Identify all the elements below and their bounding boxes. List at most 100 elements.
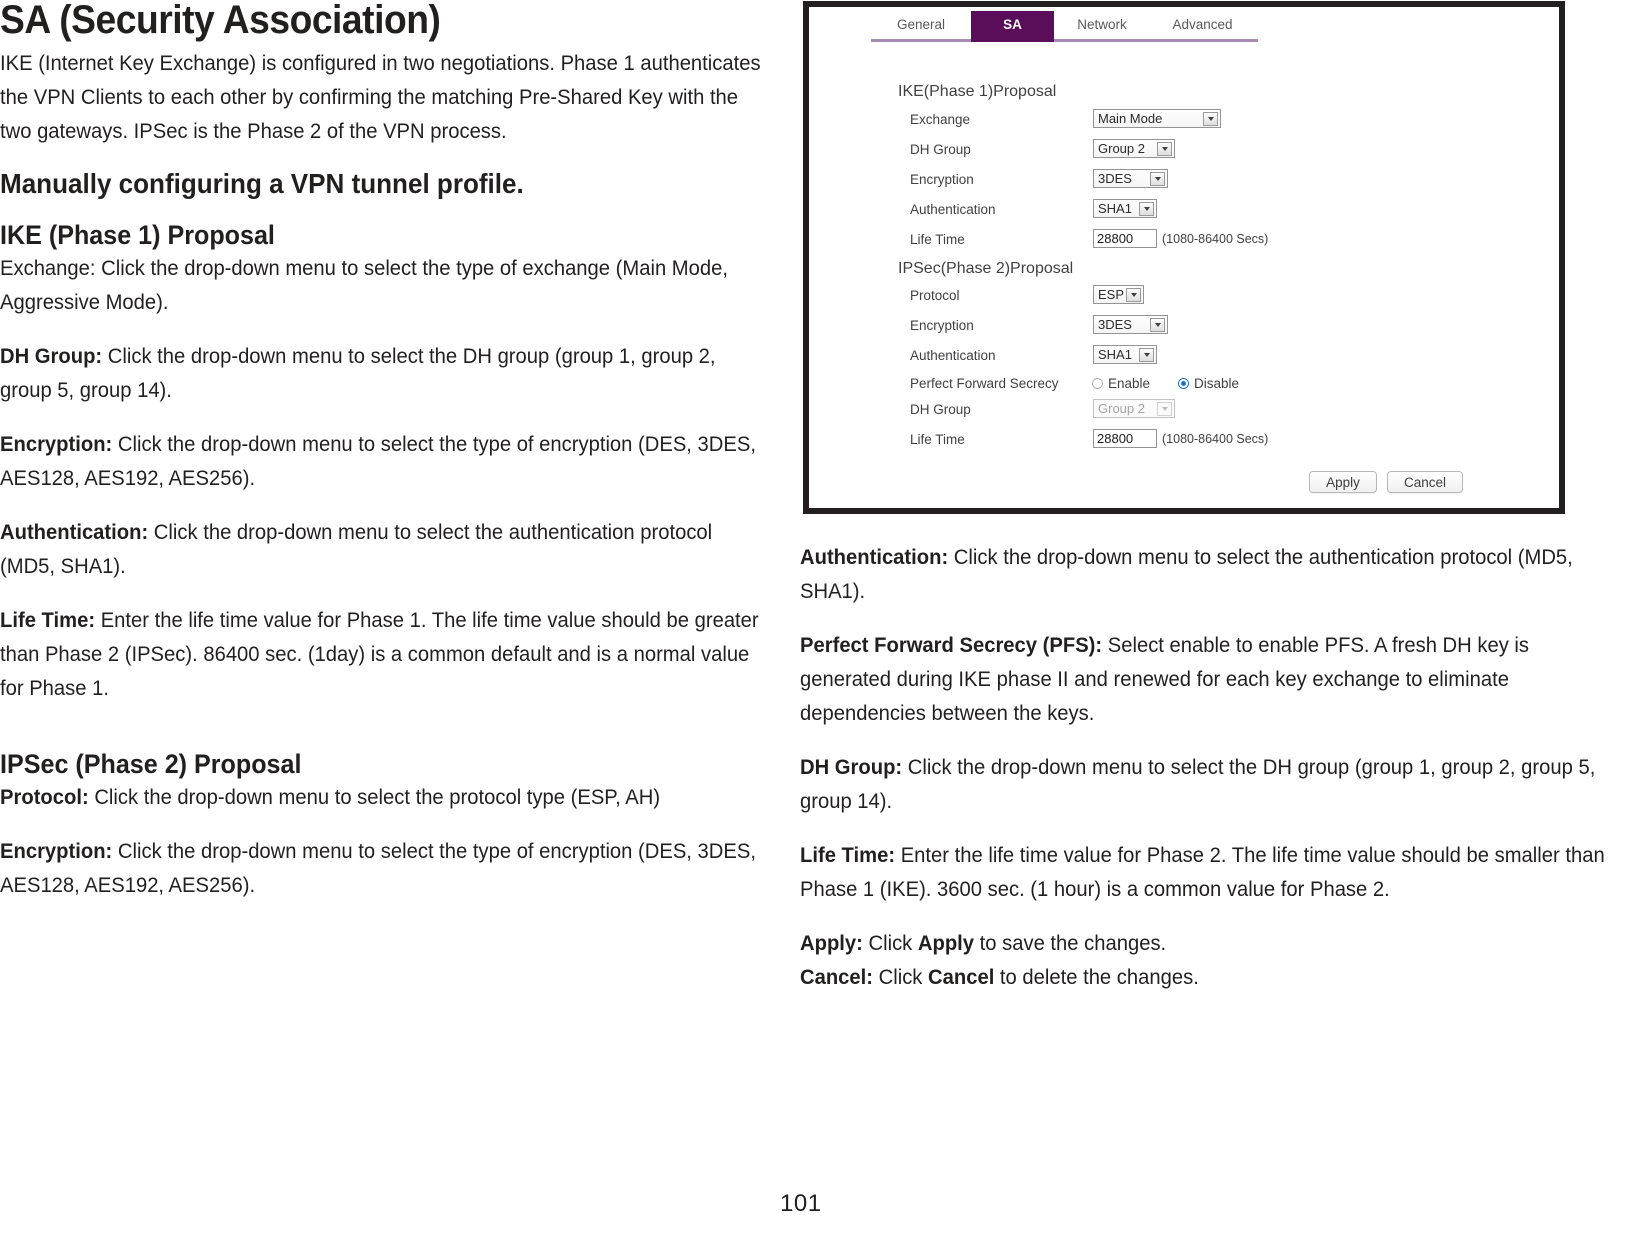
label-phase1-exchange: Exchange [910, 112, 971, 127]
phase2-section-title: IPSec(Phase 2)Proposal [898, 260, 1074, 277]
phase1-section-title: IKE(Phase 1)Proposal [898, 83, 1057, 100]
chevron-down-icon[interactable] [1203, 112, 1218, 126]
r-life-time-desc: Enter the life time value for Phase 2. T… [800, 843, 1605, 901]
dropdown-phase2-protocol-value: ESP [1098, 287, 1125, 302]
chevron-down-icon[interactable] [1150, 172, 1165, 186]
tab-general[interactable]: General [871, 11, 971, 39]
label-phase1-life-time: Life Time [910, 232, 965, 247]
r-dh-group-desc: Click the drop-down menu to select the D… [800, 755, 1596, 813]
r-dh-group-term: DH Group: [800, 755, 903, 779]
input-phase2-life-time[interactable]: 28800 [1093, 429, 1157, 448]
radio-pfs-enable-indicator[interactable] [1092, 378, 1103, 389]
label-phase2-dh-group: DH Group [910, 402, 971, 417]
radio-group-pfs: Enable Disable [1092, 376, 1239, 391]
pfs-paragraph: Perfect Forward Secrecy (PFS): Select en… [800, 628, 1617, 730]
cancel-text-a: Click [873, 965, 929, 989]
dh-group-desc: Click the drop-down menu to select the D… [0, 344, 716, 403]
chevron-down-icon[interactable] [1150, 318, 1165, 332]
dropdown-phase2-dh-group[interactable]: Group 2 [1093, 399, 1175, 418]
dropdown-phase1-authentication[interactable]: SHA1 [1093, 199, 1157, 218]
dh-group-term: DH Group: [0, 344, 103, 369]
right-text-column: Authentication: Click the drop-down menu… [800, 540, 1620, 994]
apply-button[interactable]: Apply [1309, 471, 1377, 493]
r-life-time-term: Life Time: [800, 843, 896, 867]
apply-text-a: Click [862, 931, 918, 955]
chevron-down-icon[interactable] [1139, 202, 1154, 216]
cancel-button[interactable]: Cancel [1387, 471, 1463, 493]
radio-pfs-disable-indicator[interactable] [1178, 378, 1190, 389]
life-time-desc: Enter the life time value for Phase 1. T… [0, 608, 759, 701]
apply-bold-word: Apply [917, 931, 975, 955]
label-phase2-life-time: Life Time [910, 432, 965, 447]
page-number: 101 [780, 1190, 822, 1217]
label-phase2-protocol: Protocol [910, 288, 960, 303]
device-config-screenshot: General SA Network Advanced IKE(Phase 1)… [803, 1, 1565, 514]
label-phase2-encryption: Encryption [910, 318, 974, 333]
dropdown-phase1-dh-group[interactable]: Group 2 [1093, 139, 1175, 158]
radio-pfs-enable[interactable]: Enable [1092, 376, 1150, 391]
r-life-time-paragraph: Life Time: Enter the life time value for… [800, 838, 1617, 906]
cancel-term: Cancel: [800, 965, 874, 989]
exchange-paragraph: Exchange: Click the drop-down menu to se… [0, 256, 728, 315]
dropdown-phase1-encryption-value: 3DES [1098, 171, 1132, 186]
encryption2-term: Encryption: [0, 839, 113, 864]
dropdown-phase2-authentication[interactable]: SHA1 [1093, 345, 1157, 364]
label-phase1-dh-group: DH Group [910, 142, 971, 157]
dropdown-phase2-dh-group-value: Group 2 [1098, 401, 1145, 416]
tab-network[interactable]: Network [1054, 11, 1150, 39]
life-time-paragraph: Life Time: Enter the life time value for… [0, 603, 772, 705]
ipsec-phase2-heading: IPSec (Phase 2) Proposal [0, 749, 302, 780]
cancel-paragraph: Cancel: Click Cancel to delete the chang… [800, 960, 1617, 994]
label-phase2-authentication: Authentication [910, 348, 996, 363]
label-phase2-pfs: Perfect Forward Secrecy [910, 376, 1059, 391]
chevron-down-icon[interactable] [1139, 348, 1154, 362]
dropdown-phase2-encryption-value: 3DES [1098, 317, 1132, 332]
tab-advanced[interactable]: Advanced [1150, 11, 1255, 39]
dropdown-phase1-exchange[interactable]: Main Mode [1093, 109, 1221, 128]
authentication-paragraph: Authentication: Click the drop-down menu… [0, 515, 772, 583]
encryption-paragraph: Encryption: Click the drop-down menu to … [0, 427, 772, 495]
chevron-down-icon[interactable] [1157, 142, 1172, 156]
dropdown-phase1-dh-group-value: Group 2 [1098, 141, 1145, 156]
r-authentication-term: Authentication: [800, 545, 949, 569]
chevron-down-icon[interactable] [1126, 288, 1141, 302]
protocol-desc: Click the drop-down menu to select the p… [88, 785, 661, 810]
tab-sa[interactable]: SA [971, 11, 1054, 39]
cancel-bold-word: Cancel [928, 965, 995, 989]
chevron-down-icon[interactable] [1157, 402, 1172, 416]
label-phase1-encryption: Encryption [910, 172, 974, 187]
dropdown-phase1-authentication-value: SHA1 [1098, 201, 1132, 216]
left-text-column: SA (Security Association) IKE (Internet … [0, 0, 775, 902]
dropdown-phase2-authentication-value: SHA1 [1098, 347, 1132, 362]
input-phase1-life-time-value: 28800 [1097, 231, 1134, 246]
protocol-term: Protocol: [0, 785, 89, 810]
label-phase1-authentication: Authentication [910, 202, 996, 217]
page-title: SA (Security Association) [0, 0, 441, 42]
dropdown-phase2-protocol[interactable]: ESP [1093, 285, 1144, 304]
apply-paragraph: Apply: Click Apply to save the changes. [800, 926, 1617, 960]
encryption2-desc: Click the drop-down menu to select the t… [0, 839, 756, 898]
dh-group-paragraph: DH Group: Click the drop-down menu to se… [0, 339, 772, 407]
subtitle-heading: Manually configuring a VPN tunnel profil… [0, 168, 524, 199]
apply-text-b: to save the changes. [974, 931, 1167, 955]
tab-active-underline [971, 39, 1054, 42]
input-phase1-life-time[interactable]: 28800 [1093, 229, 1157, 248]
protocol-paragraph: Protocol: Click the drop-down menu to se… [0, 780, 772, 814]
intro-paragraph: IKE (Internet Key Exchange) is configure… [0, 51, 761, 143]
encryption-desc: Click the drop-down menu to select the t… [0, 432, 756, 491]
dropdown-phase1-encryption[interactable]: 3DES [1093, 169, 1168, 188]
dropdown-phase2-encryption[interactable]: 3DES [1093, 315, 1168, 334]
input-phase2-life-time-value: 28800 [1097, 431, 1134, 446]
pfs-term: Perfect Forward Secrecy (PFS): [800, 633, 1103, 657]
radio-pfs-disable[interactable]: Disable [1178, 376, 1239, 391]
ike-phase1-heading: IKE (Phase 1) Proposal [0, 220, 275, 251]
radio-pfs-disable-label: Disable [1194, 376, 1240, 391]
authentication-term: Authentication: [0, 520, 149, 545]
encryption-term: Encryption: [0, 432, 113, 457]
r-authentication-paragraph: Authentication: Click the drop-down menu… [800, 540, 1617, 608]
apply-term: Apply: [800, 931, 863, 955]
hint-phase2-life-time: (1080-86400 Secs) [1162, 432, 1269, 446]
life-time-term: Life Time: [0, 608, 96, 633]
hint-phase1-life-time: (1080-86400 Secs) [1162, 232, 1269, 246]
radio-pfs-enable-label: Enable [1108, 376, 1151, 391]
